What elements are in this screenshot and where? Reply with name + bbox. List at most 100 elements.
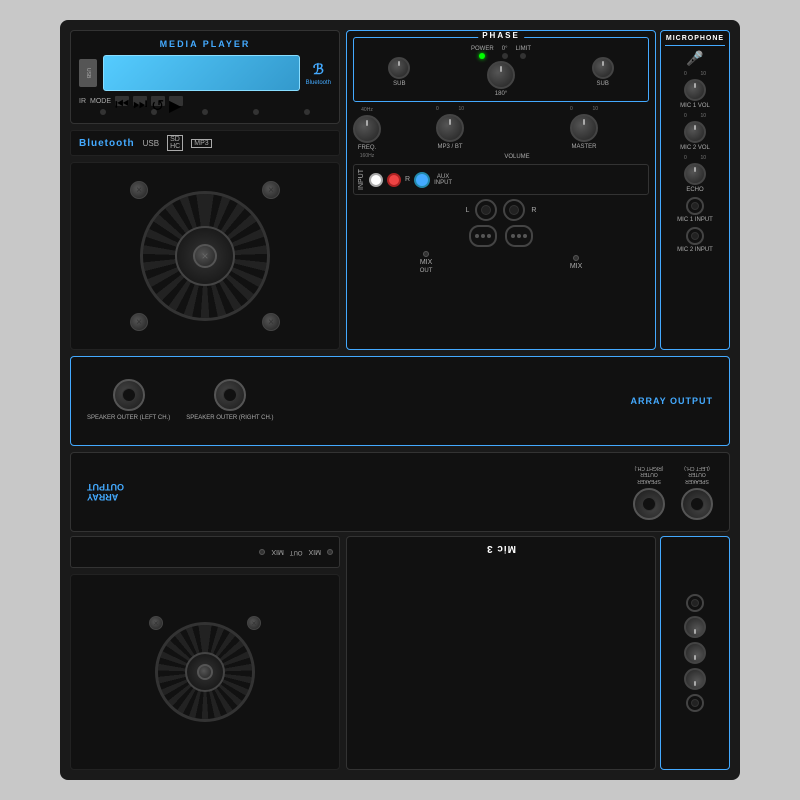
usb-feature: USB xyxy=(143,139,159,148)
fan-area xyxy=(70,162,340,350)
xlr-pin4 xyxy=(511,234,515,238)
next-button[interactable]: ⏭ xyxy=(133,96,147,106)
echo-knob[interactable] xyxy=(684,163,706,185)
speaker-left-jack[interactable] xyxy=(113,379,145,411)
bottom-mix-row: MIX OUT MIX xyxy=(70,536,340,568)
bottom-fan-grill xyxy=(155,622,255,722)
master-knob-group: 010 MASTER xyxy=(570,106,598,150)
bottom-speaker-left-jack[interactable] xyxy=(681,488,713,520)
device: MEDIA PLAYER USB ℬ Bluetooth IR MO xyxy=(60,20,740,780)
screw-br xyxy=(262,313,280,331)
phase-180-knob[interactable] xyxy=(487,61,515,89)
bottom-mic-knob2[interactable] xyxy=(684,642,706,664)
lcd-display xyxy=(103,55,300,91)
jack-right[interactable] xyxy=(503,199,525,221)
jack-left[interactable] xyxy=(475,199,497,221)
aux-label: AUXINPUT xyxy=(434,174,452,186)
jack-row: L R xyxy=(353,199,649,221)
aux-input[interactable] xyxy=(414,172,430,188)
fan-inner xyxy=(175,226,235,286)
bluetooth-text: Bluetooth xyxy=(306,80,331,86)
xlr-right[interactable] xyxy=(505,225,533,247)
repeat-button[interactable]: ↺ xyxy=(151,96,165,106)
bottom-mix-l: MIX xyxy=(309,549,321,556)
screw-sm-tr xyxy=(247,616,261,630)
echo-label: ECHO xyxy=(686,187,703,193)
screw-tr xyxy=(262,181,280,199)
xlr-left[interactable] xyxy=(469,225,497,247)
mic1-input-jack[interactable] xyxy=(686,197,704,215)
l-label: L xyxy=(466,207,470,214)
sub-left-knob[interactable] xyxy=(388,57,410,79)
bottom-speaker-left-label: SPEAKEROUTER(LEFT CH.) xyxy=(684,464,709,484)
media-features: Bluetooth USB SDHC MP3 xyxy=(70,130,340,156)
bottom-array-label: ARRAYOUTPUT xyxy=(87,482,124,502)
speaker-right-label: SPEAKER OUTER (RIGHT CH.) xyxy=(186,415,273,423)
main-controls: PHASE SUB POWER xyxy=(346,30,656,350)
sub-left-label: SUB xyxy=(393,81,405,87)
rca-white[interactable] xyxy=(369,173,383,187)
screw-bl xyxy=(130,313,148,331)
array-output-label: ARRAY OUTPUT xyxy=(630,396,713,406)
speaker-left-label: SPEAKER OUTER (LEFT CH.) xyxy=(87,415,170,423)
bottom-controls-area: MIX OUT MIX xyxy=(70,536,730,770)
speaker-right-jack[interactable] xyxy=(214,379,246,411)
mix-out-left: MIX OUT xyxy=(420,251,433,274)
freq-label: FREQ. xyxy=(358,145,376,151)
rca-red[interactable] xyxy=(387,173,401,187)
mix-label-right: MIX xyxy=(570,263,582,270)
r-label2: R xyxy=(531,207,536,214)
sd-feature: SDHC xyxy=(167,135,183,151)
phase-inner: SUB POWER 0° xyxy=(358,42,644,97)
out-label: OUT xyxy=(420,268,433,274)
bottom-fan-inner xyxy=(185,652,225,692)
right-panel: PHASE SUB POWER xyxy=(346,30,730,350)
mix-led-right xyxy=(573,255,579,261)
fan-center xyxy=(193,244,217,268)
mic2vol-section: 010 MIC 2 VOL xyxy=(665,113,725,151)
master-label: MASTER xyxy=(571,144,596,150)
usb-box[interactable]: USB xyxy=(79,59,97,87)
master-knob[interactable] xyxy=(570,114,598,142)
master-range: 010 xyxy=(570,106,598,112)
zero-label: 0° xyxy=(502,46,508,52)
usb-port-area: USB xyxy=(79,59,97,87)
bottom-mic-jack1[interactable] xyxy=(686,694,704,712)
bottom-mic-jack2[interactable] xyxy=(686,594,704,612)
sub-right-knob[interactable] xyxy=(592,57,614,79)
mic2input-label: MIC 2 INPUT xyxy=(677,247,713,253)
xlr-row xyxy=(353,225,649,247)
bluetooth-feature: Bluetooth xyxy=(79,138,135,149)
freq-knob[interactable] xyxy=(353,115,381,143)
zero-led xyxy=(502,53,508,59)
bottom-main-controls: Mic 3 xyxy=(346,536,656,770)
echo-range: 010 xyxy=(684,155,706,161)
phase-title: PHASE xyxy=(478,31,524,40)
bottom-speaker-right-jack[interactable] xyxy=(633,488,665,520)
mic1vol-section: 010 MIC 1 VOL xyxy=(665,71,725,109)
bottom-mix-led-r xyxy=(259,549,265,555)
mix-row: MIX OUT MIX xyxy=(353,251,649,274)
160hz-label: 160Hz xyxy=(360,153,374,159)
mic1vol-knob[interactable] xyxy=(684,79,706,101)
led3 xyxy=(202,109,208,115)
mic1input-section: MIC 1 INPUT xyxy=(665,197,725,223)
bottom-speaker-group: SPEAKEROUTER(LEFT CH.) SPEAKEROUTER(RIGH… xyxy=(633,464,713,520)
bottom-mix-led-l xyxy=(327,549,333,555)
bottom-left-area: MIX OUT MIX xyxy=(70,536,340,770)
bottom-mic-knob3[interactable] xyxy=(684,616,706,638)
bottom-mic-knob1[interactable] xyxy=(684,668,706,690)
led1 xyxy=(100,109,106,115)
mp3bt-knob[interactable] xyxy=(436,114,464,142)
bottom-right-area: Mic 3 xyxy=(346,536,730,770)
bottom-fan-area xyxy=(70,574,340,770)
mp3bt-label: MP3 / BT xyxy=(437,144,462,150)
mic2-input-jack[interactable] xyxy=(686,227,704,245)
fan-container xyxy=(125,176,285,336)
speaker-left: SPEAKER OUTER (LEFT CH.) xyxy=(87,379,170,423)
bottom-mix-r: MIX xyxy=(271,549,283,556)
mic2vol-knob[interactable] xyxy=(684,121,706,143)
prev-button[interactable]: ⏮ xyxy=(115,96,129,106)
play-button[interactable]: ▶ xyxy=(169,96,183,106)
usb-label: USB xyxy=(85,68,91,78)
